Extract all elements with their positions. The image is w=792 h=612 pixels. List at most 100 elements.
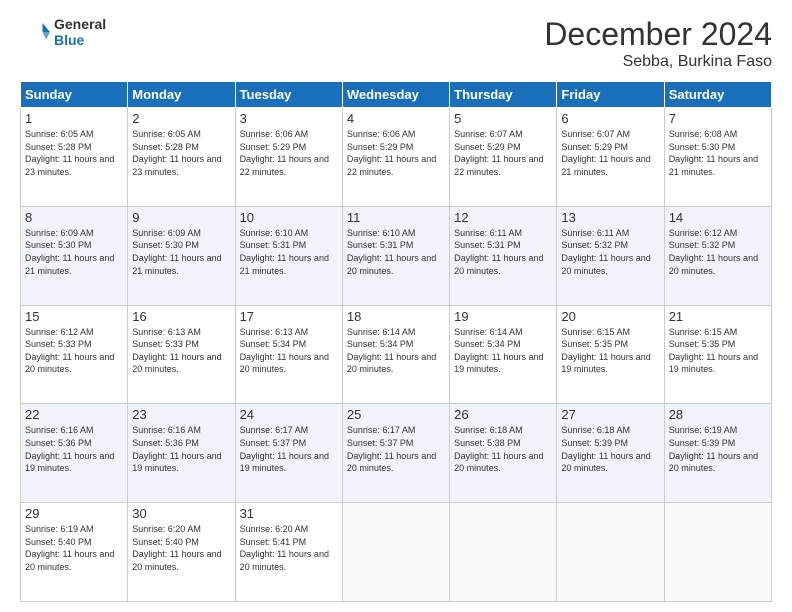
day-number: 26 (454, 407, 552, 422)
day-info: Sunrise: 6:10 AMSunset: 5:31 PMDaylight:… (347, 227, 445, 277)
day-info: Sunrise: 6:15 AMSunset: 5:35 PMDaylight:… (561, 326, 659, 376)
day-info: Sunrise: 6:07 AMSunset: 5:29 PMDaylight:… (561, 128, 659, 178)
calendar-cell: 21 Sunrise: 6:15 AMSunset: 5:35 PMDayligh… (664, 305, 771, 404)
day-info: Sunrise: 6:13 AMSunset: 5:33 PMDaylight:… (132, 326, 230, 376)
day-info: Sunrise: 6:17 AMSunset: 5:37 PMDaylight:… (240, 424, 338, 474)
logo-text: General Blue (54, 16, 106, 48)
calendar-cell: 1Sunrise: 6:05 AMSunset: 5:28 PMDaylight… (21, 108, 128, 207)
day-info: Sunrise: 6:14 AMSunset: 5:34 PMDaylight:… (347, 326, 445, 376)
calendar-cell: 17Sunrise: 6:13 AMSunset: 5:34 PMDayligh… (235, 305, 342, 404)
calendar-cell: 15Sunrise: 6:12 AMSunset: 5:33 PMDayligh… (21, 305, 128, 404)
day-number: 11 (347, 210, 445, 225)
header: General Blue December 2024 Sebba, Burkin… (20, 16, 772, 71)
day-number: 14 (669, 210, 767, 225)
calendar-cell: 4Sunrise: 6:06 AMSunset: 5:29 PMDaylight… (342, 108, 449, 207)
calendar-subtitle: Sebba, Burkina Faso (544, 53, 772, 71)
day-info: Sunrise: 6:16 AMSunset: 5:36 PMDaylight:… (132, 424, 230, 474)
day-number: 6 (561, 111, 659, 126)
calendar-cell: 23 Sunrise: 6:16 AMSunset: 5:36 PMDayligh… (128, 404, 235, 503)
logo-icon (20, 17, 50, 47)
calendar-page: General Blue December 2024 Sebba, Burkin… (0, 0, 792, 612)
day-number: 21 (669, 309, 767, 324)
day-number: 3 (240, 111, 338, 126)
calendar-cell: 14 Sunrise: 6:12 AMSunset: 5:32 PMDayligh… (664, 206, 771, 305)
day-number: 1 (25, 111, 123, 126)
calendar-cell (664, 503, 771, 602)
calendar-row: 29Sunrise: 6:19 AMSunset: 5:40 PMDayligh… (21, 503, 772, 602)
day-number: 19 (454, 309, 552, 324)
calendar-cell: 13 Sunrise: 6:11 AMSunset: 5:32 PMDayligh… (557, 206, 664, 305)
calendar-cell: 31Sunrise: 6:20 AMSunset: 5:41 PMDayligh… (235, 503, 342, 602)
day-number: 20 (561, 309, 659, 324)
day-info: Sunrise: 6:09 AMSunset: 5:30 PMDaylight:… (25, 227, 123, 277)
calendar-cell: 3 Sunrise: 6:06 AMSunset: 5:29 PMDaylight… (235, 108, 342, 207)
day-header-sunday: Sunday (21, 82, 128, 108)
day-number: 31 (240, 506, 338, 521)
day-info: Sunrise: 6:10 AMSunset: 5:31 PMDaylight:… (240, 227, 338, 277)
calendar-cell: 27Sunrise: 6:18 AMSunset: 5:39 PMDayligh… (557, 404, 664, 503)
calendar-cell: 6 Sunrise: 6:07 AMSunset: 5:29 PMDaylight… (557, 108, 664, 207)
logo-general: General (54, 16, 106, 32)
logo: General Blue (20, 16, 106, 48)
day-headers: SundayMondayTuesdayWednesdayThursdayFrid… (21, 82, 772, 108)
day-number: 8 (25, 210, 123, 225)
day-number: 29 (25, 506, 123, 521)
calendar-cell: 16Sunrise: 6:13 AMSunset: 5:33 PMDayligh… (128, 305, 235, 404)
day-number: 13 (561, 210, 659, 225)
calendar-cell: 11 Sunrise: 6:10 AMSunset: 5:31 PMDayligh… (342, 206, 449, 305)
logo-blue: Blue (54, 32, 106, 48)
calendar-cell (450, 503, 557, 602)
calendar-cell: 9Sunrise: 6:09 AMSunset: 5:30 PMDaylight… (128, 206, 235, 305)
day-header-friday: Friday (557, 82, 664, 108)
day-info: Sunrise: 6:08 AMSunset: 5:30 PMDaylight:… (669, 128, 767, 178)
day-number: 27 (561, 407, 659, 422)
calendar-cell (342, 503, 449, 602)
day-number: 25 (347, 407, 445, 422)
day-number: 18 (347, 309, 445, 324)
calendar-cell: 19 Sunrise: 6:14 AMSunset: 5:34 PMDayligh… (450, 305, 557, 404)
calendar-cell: 25 Sunrise: 6:17 AMSunset: 5:37 PMDayligh… (342, 404, 449, 503)
day-info: Sunrise: 6:14 AMSunset: 5:34 PMDaylight:… (454, 326, 552, 376)
title-block: December 2024 Sebba, Burkina Faso (544, 16, 772, 71)
day-info: Sunrise: 6:17 AMSunset: 5:37 PMDaylight:… (347, 424, 445, 474)
day-info: Sunrise: 6:06 AMSunset: 5:29 PMDaylight:… (240, 128, 338, 178)
calendar-cell: 18 Sunrise: 6:14 AMSunset: 5:34 PMDayligh… (342, 305, 449, 404)
day-number: 5 (454, 111, 552, 126)
day-info: Sunrise: 6:06 AMSunset: 5:29 PMDaylight:… (347, 128, 445, 178)
day-number: 2 (132, 111, 230, 126)
day-number: 28 (669, 407, 767, 422)
calendar-cell: 12 Sunrise: 6:11 AMSunset: 5:31 PMDayligh… (450, 206, 557, 305)
calendar-cell: 22 Sunrise: 6:16 AMSunset: 5:36 PMDayligh… (21, 404, 128, 503)
day-number: 15 (25, 309, 123, 324)
calendar-row: 1Sunrise: 6:05 AMSunset: 5:28 PMDaylight… (21, 108, 772, 207)
calendar-cell: 20 Sunrise: 6:15 AMSunset: 5:35 PMDayligh… (557, 305, 664, 404)
day-number: 22 (25, 407, 123, 422)
calendar-cell: 29Sunrise: 6:19 AMSunset: 5:40 PMDayligh… (21, 503, 128, 602)
day-header-monday: Monday (128, 82, 235, 108)
calendar-cell: 7 Sunrise: 6:08 AMSunset: 5:30 PMDaylight… (664, 108, 771, 207)
day-header-saturday: Saturday (664, 82, 771, 108)
day-number: 17 (240, 309, 338, 324)
day-header-wednesday: Wednesday (342, 82, 449, 108)
day-info: Sunrise: 6:15 AMSunset: 5:35 PMDaylight:… (669, 326, 767, 376)
day-info: Sunrise: 6:11 AMSunset: 5:32 PMDaylight:… (561, 227, 659, 277)
calendar-cell: 2Sunrise: 6:05 AMSunset: 5:28 PMDaylight… (128, 108, 235, 207)
day-info: Sunrise: 6:11 AMSunset: 5:31 PMDaylight:… (454, 227, 552, 277)
day-number: 23 (132, 407, 230, 422)
calendar-cell: 24Sunrise: 6:17 AMSunset: 5:37 PMDayligh… (235, 404, 342, 503)
day-header-thursday: Thursday (450, 82, 557, 108)
day-info: Sunrise: 6:12 AMSunset: 5:32 PMDaylight:… (669, 227, 767, 277)
calendar-cell: 8 Sunrise: 6:09 AMSunset: 5:30 PMDaylight… (21, 206, 128, 305)
day-info: Sunrise: 6:20 AMSunset: 5:40 PMDaylight:… (132, 523, 230, 573)
day-info: Sunrise: 6:16 AMSunset: 5:36 PMDaylight:… (25, 424, 123, 474)
calendar-title: December 2024 (544, 16, 772, 53)
day-number: 7 (669, 111, 767, 126)
day-number: 12 (454, 210, 552, 225)
day-info: Sunrise: 6:07 AMSunset: 5:29 PMDaylight:… (454, 128, 552, 178)
calendar-cell (557, 503, 664, 602)
day-info: Sunrise: 6:09 AMSunset: 5:30 PMDaylight:… (132, 227, 230, 277)
calendar-cell: 28Sunrise: 6:19 AMSunset: 5:39 PMDayligh… (664, 404, 771, 503)
day-info: Sunrise: 6:18 AMSunset: 5:38 PMDaylight:… (454, 424, 552, 474)
day-number: 30 (132, 506, 230, 521)
calendar-row: 8 Sunrise: 6:09 AMSunset: 5:30 PMDaylight… (21, 206, 772, 305)
